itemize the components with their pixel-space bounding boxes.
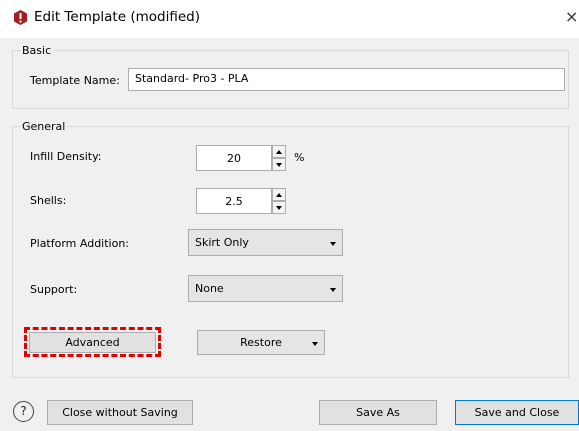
general-group-title: General bbox=[20, 120, 68, 133]
platform-addition-select[interactable]: Skirt Only bbox=[188, 229, 343, 256]
shells-label: Shells: bbox=[30, 194, 67, 207]
platform-addition-label: Platform Addition: bbox=[30, 237, 130, 250]
chevron-down-icon bbox=[312, 342, 318, 346]
app-logo-icon bbox=[14, 10, 27, 25]
infill-density-input[interactable]: 20 bbox=[196, 145, 272, 171]
infill-density-stepper bbox=[272, 145, 286, 171]
close-icon[interactable]: × bbox=[565, 7, 578, 26]
spin-down-icon[interactable] bbox=[272, 201, 286, 214]
close-without-saving-button[interactable]: Close without Saving bbox=[47, 400, 193, 425]
spin-up-icon[interactable] bbox=[272, 145, 286, 158]
spin-down-icon[interactable] bbox=[272, 158, 286, 171]
infill-density-label: Infill Density: bbox=[30, 150, 102, 163]
chevron-down-icon bbox=[330, 242, 336, 246]
support-label: Support: bbox=[30, 283, 78, 296]
title-bar: Edit Template (modified) × bbox=[0, 0, 579, 38]
help-icon[interactable]: ? bbox=[13, 401, 34, 422]
basic-group-title: Basic bbox=[20, 44, 54, 57]
template-name-field[interactable]: Standard- Pro3 - PLA bbox=[128, 68, 565, 91]
restore-button[interactable]: Restore bbox=[197, 330, 325, 355]
save-and-close-button[interactable]: Save and Close bbox=[455, 400, 579, 425]
restore-label: Restore bbox=[240, 336, 282, 349]
shells-input[interactable]: 2.5 bbox=[196, 188, 272, 214]
infill-density-unit: % bbox=[294, 151, 305, 164]
chevron-down-icon bbox=[330, 288, 336, 292]
shells-stepper bbox=[272, 188, 286, 214]
template-name-label: Template Name: bbox=[30, 74, 120, 87]
save-as-button[interactable]: Save As bbox=[319, 400, 437, 425]
platform-addition-value: Skirt Only bbox=[195, 236, 249, 249]
spin-up-icon[interactable] bbox=[272, 188, 286, 201]
support-value: None bbox=[195, 282, 224, 295]
advanced-button[interactable]: Advanced bbox=[29, 332, 156, 353]
window-title: Edit Template (modified) bbox=[34, 9, 200, 25]
support-select[interactable]: None bbox=[188, 275, 343, 302]
